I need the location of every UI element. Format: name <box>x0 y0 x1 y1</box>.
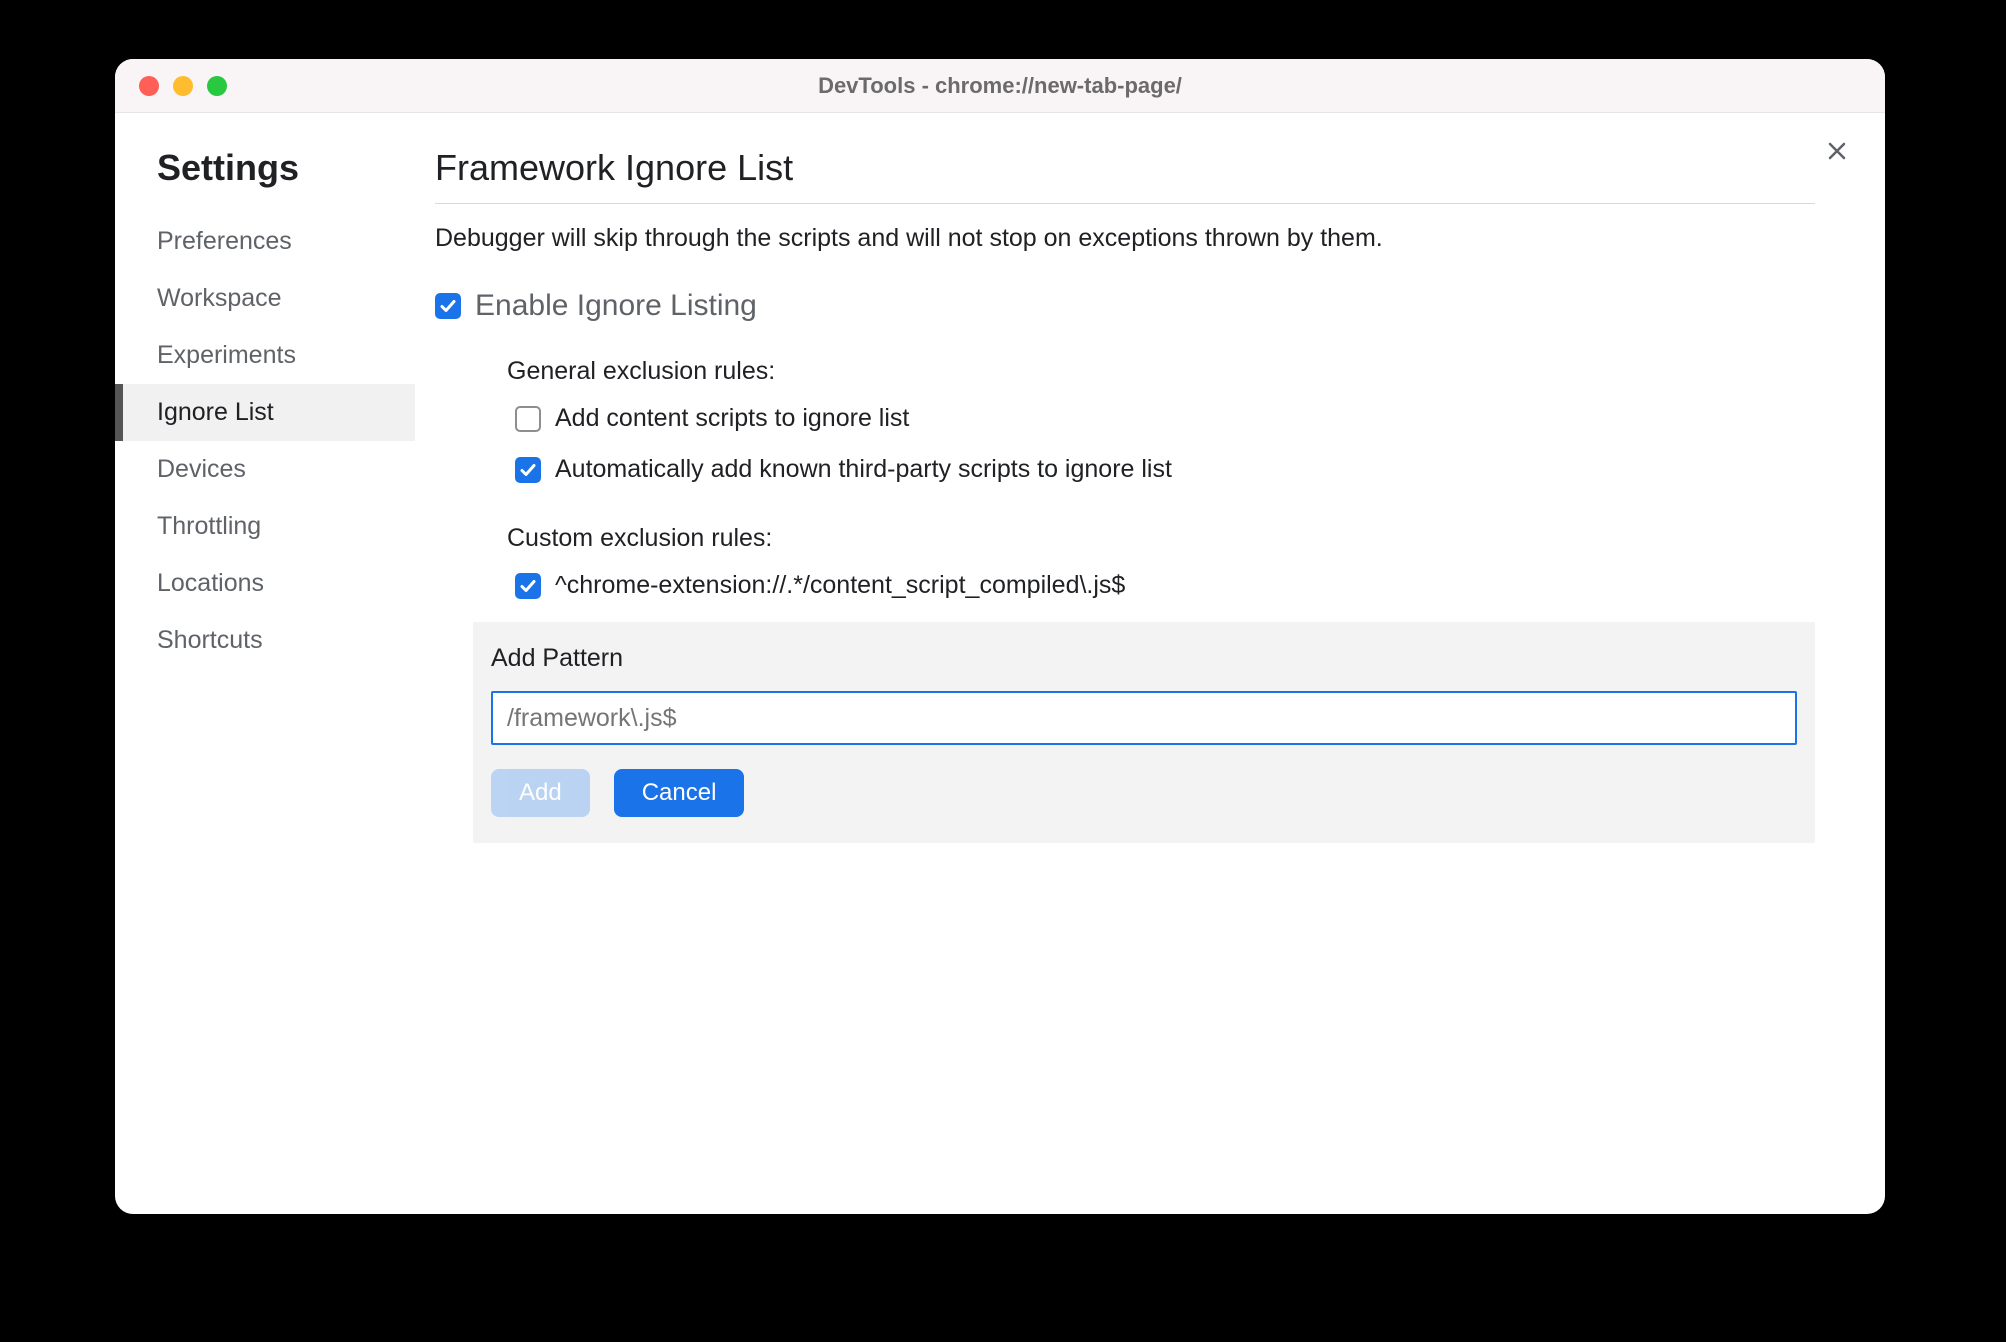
rule-third-party-label: Automatically add known third-party scri… <box>555 455 1172 484</box>
rule-third-party-checkbox[interactable] <box>515 457 541 483</box>
enable-ignore-listing-checkbox[interactable] <box>435 293 461 319</box>
custom-exclusion-title: Custom exclusion rules: <box>507 524 1815 553</box>
custom-exclusion-section: Custom exclusion rules: ^chrome-extensio… <box>435 524 1815 843</box>
sidebar-item-locations[interactable]: Locations <box>115 555 415 612</box>
close-settings-button[interactable] <box>1819 133 1855 169</box>
rule-content-scripts-row: Add content scripts to ignore list <box>507 404 1815 433</box>
cancel-button[interactable]: Cancel <box>614 769 745 817</box>
close-icon <box>1828 142 1846 160</box>
sidebar-item-label: Throttling <box>157 512 261 540</box>
sidebar-item-throttling[interactable]: Throttling <box>115 498 415 555</box>
window-titlebar: DevTools - chrome://new-tab-page/ <box>115 59 1885 113</box>
checkmark-icon <box>519 461 537 479</box>
sidebar-item-label: Locations <box>157 569 264 597</box>
general-exclusion-section: General exclusion rules: Add content scr… <box>435 357 1815 484</box>
maximize-window-button[interactable] <box>207 76 227 96</box>
rule-third-party-row: Automatically add known third-party scri… <box>507 455 1815 484</box>
sidebar-item-label: Experiments <box>157 341 296 369</box>
sidebar-item-shortcuts[interactable]: Shortcuts <box>115 612 415 669</box>
enable-ignore-listing-row: Enable Ignore Listing <box>435 289 1815 323</box>
sidebar-item-workspace[interactable]: Workspace <box>115 270 415 327</box>
sidebar-item-label: Preferences <box>157 227 292 255</box>
checkmark-icon <box>439 297 457 315</box>
minimize-window-button[interactable] <box>173 76 193 96</box>
sidebar-title: Settings <box>115 147 415 189</box>
sidebar-item-experiments[interactable]: Experiments <box>115 327 415 384</box>
settings-sidebar: Settings Preferences Workspace Experimen… <box>115 113 415 1214</box>
sidebar-item-label: Ignore List <box>157 398 274 426</box>
enable-ignore-listing-label: Enable Ignore Listing <box>475 289 757 323</box>
close-window-button[interactable] <box>139 76 159 96</box>
devtools-settings-window: DevTools - chrome://new-tab-page/ Settin… <box>115 59 1885 1214</box>
traffic-lights <box>139 76 227 96</box>
sidebar-item-preferences[interactable]: Preferences <box>115 213 415 270</box>
page-title: Framework Ignore List <box>435 147 1815 204</box>
sidebar-items: Preferences Workspace Experiments Ignore… <box>115 213 415 669</box>
settings-main: Framework Ignore List Debugger will skip… <box>415 113 1885 1214</box>
sidebar-item-devices[interactable]: Devices <box>115 441 415 498</box>
general-exclusion-title: General exclusion rules: <box>507 357 1815 386</box>
custom-rule-row: ^chrome-extension://.*/content_script_co… <box>507 571 1815 600</box>
rule-content-scripts-label: Add content scripts to ignore list <box>555 404 909 433</box>
rule-content-scripts-checkbox[interactable] <box>515 406 541 432</box>
page-description: Debugger will skip through the scripts a… <box>435 224 1815 253</box>
add-pattern-input[interactable] <box>491 691 1797 745</box>
custom-rule-label: ^chrome-extension://.*/content_script_co… <box>555 571 1125 600</box>
sidebar-item-ignore-list[interactable]: Ignore List <box>115 384 415 441</box>
checkmark-icon <box>519 577 537 595</box>
sidebar-item-label: Shortcuts <box>157 626 263 654</box>
add-pattern-panel: Add Pattern Add Cancel <box>473 622 1815 843</box>
custom-rule-checkbox[interactable] <box>515 573 541 599</box>
add-pattern-buttons: Add Cancel <box>491 769 1797 817</box>
sidebar-item-label: Workspace <box>157 284 282 312</box>
sidebar-item-label: Devices <box>157 455 246 483</box>
add-button[interactable]: Add <box>491 769 590 817</box>
add-pattern-title: Add Pattern <box>491 644 1797 673</box>
window-title: DevTools - chrome://new-tab-page/ <box>115 73 1885 99</box>
